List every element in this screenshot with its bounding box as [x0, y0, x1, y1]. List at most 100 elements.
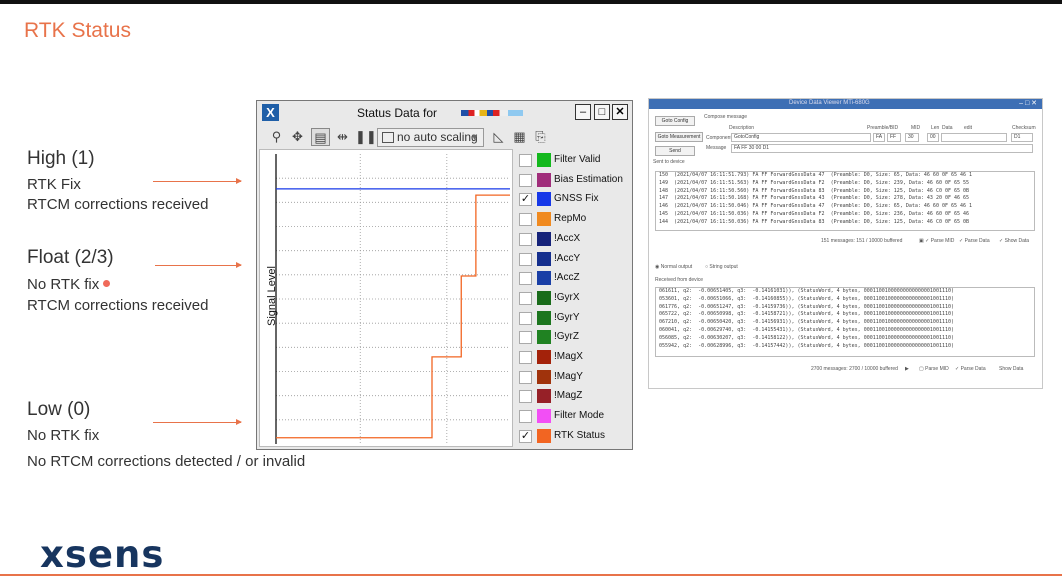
legend-checkbox[interactable]: ✓: [519, 429, 532, 443]
legend-checkbox[interactable]: [519, 173, 532, 187]
preamble-label: Preamble/BID: [867, 125, 899, 131]
normal-output-radio[interactable]: ◉ Normal output: [655, 264, 692, 270]
pan-icon[interactable]: ✥: [288, 128, 307, 146]
legend-item[interactable]: !MagX: [517, 348, 632, 366]
maximize-button[interactable]: □: [594, 104, 610, 120]
legend-checkbox[interactable]: [519, 311, 532, 325]
legend-swatch: [537, 192, 551, 207]
fit-icon[interactable]: ⇹: [333, 128, 352, 146]
legend-checkbox[interactable]: [519, 272, 532, 286]
legend-label: !AccZ: [554, 272, 580, 284]
bid-field[interactable]: FF: [887, 133, 901, 142]
close-button[interactable]: ✕: [612, 104, 628, 120]
window-title: Status Data for: [357, 106, 438, 120]
legend-swatch: [537, 350, 551, 364]
legend-checkbox[interactable]: [519, 331, 532, 345]
legend-item[interactable]: Filter Valid: [517, 151, 632, 169]
data-field[interactable]: [941, 133, 1007, 142]
checksum-field[interactable]: D1: [1011, 133, 1033, 142]
zoom-icon[interactable]: ⚲: [267, 128, 286, 146]
legend-item[interactable]: !AccZ: [517, 269, 632, 287]
window-controls-icon[interactable]: – □ ✕: [1019, 99, 1037, 107]
message-label: Message: [706, 145, 727, 151]
device-flags-icon: [461, 110, 523, 116]
sent-to-device-label: Sent to device: [653, 159, 685, 165]
normal-output-label: Normal output: [660, 264, 693, 270]
checksum-label: Checksum: [1012, 125, 1036, 131]
legend-checkbox[interactable]: [519, 390, 532, 404]
legend-item[interactable]: !AccX: [517, 230, 632, 248]
edit-label[interactable]: edit: [964, 125, 972, 131]
device-window-titlebar: Device Data Viewer MTi-680G – □ ✕: [649, 99, 1042, 109]
recv-parse-mid[interactable]: ▢ Parse MID: [919, 366, 949, 372]
ruler-icon[interactable]: ◺: [489, 128, 508, 146]
data-label: Data: [942, 125, 953, 131]
level-high-line-2: RTCM corrections received: [27, 196, 209, 213]
legend-item[interactable]: ✓ RTK Status: [517, 427, 632, 445]
description-label: Description: [729, 125, 755, 131]
component-select[interactable]: GotoConfig: [731, 133, 871, 142]
received-messages-list[interactable]: 061611, q2: -0.00651405, q3: -0.14161031…: [655, 287, 1035, 357]
legend-checkbox[interactable]: [519, 351, 532, 364]
level-high-heading: High (1): [27, 148, 95, 169]
level-float-heading: Float (2/3): [27, 247, 114, 268]
arrow-low: [153, 419, 242, 425]
legend-label: Filter Mode: [554, 410, 605, 422]
legend-swatch: [537, 153, 551, 167]
table-icon[interactable]: ▦: [510, 128, 529, 146]
legend-item[interactable]: ✓ GNSS Fix: [517, 190, 632, 208]
string-output-radio[interactable]: ○ String output: [705, 264, 738, 270]
scaling-select[interactable]: no auto scaling ▼: [377, 128, 484, 147]
goto-measurement-button[interactable]: Goto Measurement: [655, 132, 703, 142]
legend-item[interactable]: !AccY: [517, 250, 632, 268]
message-field[interactable]: FA FF 30 00 D1: [731, 144, 1033, 153]
legend-checkbox[interactable]: [519, 232, 532, 246]
app-logo-icon: X: [262, 104, 279, 121]
legend-checkbox[interactable]: [519, 370, 532, 384]
recv-parse-data[interactable]: ✓ Parse Data: [955, 366, 986, 372]
export-icon[interactable]: ⎘: [531, 128, 550, 146]
pause-icon[interactable]: ❚❚: [355, 128, 377, 146]
legend-item[interactable]: !GyrX: [517, 289, 632, 307]
mid-field[interactable]: 30: [905, 133, 919, 142]
legend-swatch: [537, 409, 551, 424]
legend-item[interactable]: !GyrY: [517, 309, 632, 327]
send-button[interactable]: Send: [655, 146, 695, 156]
goto-config-button[interactable]: Goto Config: [655, 116, 695, 126]
legend-label: !MagZ: [554, 390, 583, 402]
scaling-icon: [382, 132, 394, 143]
legend-checkbox[interactable]: [519, 213, 532, 227]
len-field[interactable]: 00: [927, 133, 939, 142]
legend-checkbox[interactable]: [519, 410, 532, 424]
sent-parse-data[interactable]: ✓ Parse Data: [959, 238, 990, 244]
recv-play-icon[interactable]: ▶: [905, 366, 909, 372]
legend-label: !GyrX: [554, 291, 580, 303]
legend-swatch: [537, 172, 551, 187]
legend-checkbox[interactable]: ✓: [519, 193, 532, 207]
legend-item[interactable]: Filter Mode: [517, 407, 632, 425]
legend-checkbox[interactable]: [519, 252, 532, 266]
arrow-high: [153, 178, 242, 184]
sent-show-data[interactable]: ✓ Show Data: [999, 238, 1029, 244]
legend-item[interactable]: Bias Estimation: [517, 171, 632, 189]
legend-item[interactable]: !MagY: [517, 368, 632, 386]
sent-parse-mid[interactable]: ▣ ✓ Parse MID: [919, 238, 954, 244]
top-border: [0, 0, 1062, 4]
recv-show-data[interactable]: Show Data: [999, 366, 1023, 372]
parse-mid-label: Parse MID: [930, 238, 955, 244]
preamble-field[interactable]: FA: [873, 133, 885, 142]
legend-label: Filter Valid: [554, 154, 601, 165]
xsens-logo: xsens: [40, 533, 165, 576]
minimize-button[interactable]: –: [575, 104, 591, 120]
y-axis-label: Signal Level: [266, 266, 278, 326]
plot-canvas: [275, 154, 510, 444]
legend-item[interactable]: !MagZ: [517, 387, 632, 405]
legend-item[interactable]: !GyrZ: [517, 328, 632, 346]
string-output-label: String output: [709, 264, 738, 270]
legend-item[interactable]: RepMo: [517, 210, 632, 228]
legend-checkbox[interactable]: [519, 154, 532, 167]
view-icon[interactable]: ▤: [311, 128, 330, 146]
sent-messages-list[interactable]: 150 (2021/04/07 16:11:51.793) FA FF Forw…: [655, 171, 1035, 231]
legend-checkbox[interactable]: [519, 291, 532, 305]
legend-label: !GyrZ: [554, 331, 579, 343]
